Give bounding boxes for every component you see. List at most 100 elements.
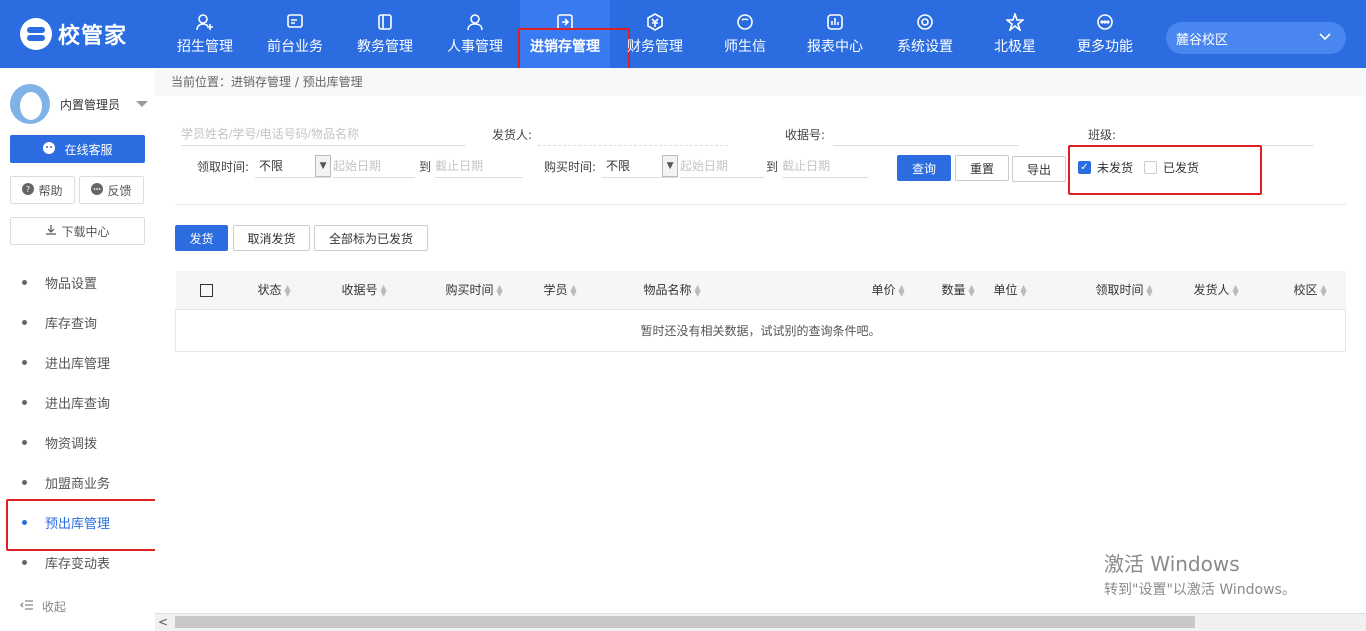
receive-time-select[interactable]: 不限 ▼ xyxy=(255,154,332,178)
sidebar-item-stock-changes[interactable]: 库存变动表 xyxy=(0,542,155,582)
sort-icon: ▲ ▼ xyxy=(898,282,905,298)
sidebar-item-transfer[interactable]: 物资调拨 xyxy=(0,422,155,462)
feedback-button[interactable]: 反馈 xyxy=(79,176,144,204)
nav-item-finance[interactable]: 财务管理 xyxy=(610,0,700,68)
sort-icon: ▲ ▼ xyxy=(570,282,577,298)
sidebar: 内置管理员 在线客服 ? 帮助 反馈 下载中心 物品设置 库存查询 进出库管理 … xyxy=(0,68,162,631)
column-header-unit-price[interactable]: 单价 ▲ ▼ xyxy=(863,271,934,310)
column-header-receive-time[interactable]: 领取时间 ▲ ▼ xyxy=(1087,271,1186,310)
nav-item-reports[interactable]: 报表中心 xyxy=(790,0,880,68)
nav-item-label: 师生信 xyxy=(724,39,766,55)
sidebar-item-franchise[interactable]: 加盟商业务 xyxy=(0,462,155,502)
nav-item-polaris[interactable]: 北极星 xyxy=(970,0,1060,68)
column-header-status[interactable]: 状态 ▲ ▼ xyxy=(249,271,334,310)
help-button[interactable]: ? 帮助 xyxy=(10,176,75,204)
column-header-receipt[interactable]: 收据号 ▲ ▼ xyxy=(333,271,438,310)
nav-item-front-desk[interactable]: 前台业务 xyxy=(250,0,340,68)
download-center-label: 下载中心 xyxy=(61,224,110,239)
search-input[interactable] xyxy=(181,122,466,146)
campus-label: 麓谷校区 xyxy=(1176,32,1229,48)
shipped-checkbox[interactable]: 已发货 xyxy=(1144,159,1199,176)
sort-icon: ▲ ▼ xyxy=(1320,282,1327,298)
query-button[interactable]: 查询 xyxy=(897,155,951,181)
nav-item-inventory[interactable]: 进销存管理 xyxy=(518,0,630,70)
sender-input[interactable] xyxy=(538,122,729,146)
campus-selector[interactable]: 麓谷校区 xyxy=(1166,22,1346,54)
bullet-icon xyxy=(22,319,27,325)
nav-item-enrollment[interactable]: 招生管理 xyxy=(160,0,250,68)
caret-down-icon xyxy=(136,101,149,107)
column-header-item-name[interactable]: 物品名称 ▲ ▼ xyxy=(635,271,864,310)
column-label: 购买时间 xyxy=(445,283,494,298)
column-header-quantity[interactable]: 数量 ▲ ▼ xyxy=(933,271,986,310)
bullet-icon xyxy=(22,479,27,485)
reset-button[interactable]: 重置 xyxy=(955,155,1009,181)
mark-all-shipped-button[interactable]: 全部标为已发货 xyxy=(314,225,428,251)
bullet-icon xyxy=(22,519,27,525)
column-header-purchase-time[interactable]: 购买时间 ▲ ▼ xyxy=(437,271,536,310)
filter-divider xyxy=(175,204,1346,205)
book-icon xyxy=(375,12,395,32)
windows-activation-watermark: 激活 Windows 转到"设置"以激活 Windows。 xyxy=(1104,548,1296,599)
search-field xyxy=(181,122,466,146)
nav-item-more[interactable]: 更多功能 xyxy=(1060,0,1150,68)
select-all-checkbox[interactable] xyxy=(175,271,250,310)
sender-label: 发货人: xyxy=(492,127,533,142)
collapse-label: 收起 xyxy=(42,600,67,614)
user-menu[interactable]: 内置管理员 xyxy=(10,84,149,124)
logo[interactable]: 校管家 xyxy=(20,18,127,50)
purchase-end-date[interactable] xyxy=(782,154,869,178)
export-button[interactable]: 导出 xyxy=(1012,156,1066,182)
inventory-icon xyxy=(555,12,575,32)
receipt-field: 收据号: xyxy=(785,122,1020,146)
column-header-unit[interactable]: 单位 ▲ ▼ xyxy=(985,271,1088,310)
purchase-start-date[interactable] xyxy=(680,154,765,178)
class-label: 班级: xyxy=(1088,127,1117,142)
nav-item-settings[interactable]: 系统设置 xyxy=(880,0,970,68)
sidebar-item-label: 进出库查询 xyxy=(45,396,111,412)
sidebar-item-in-out-management[interactable]: 进出库管理 xyxy=(0,342,155,382)
receive-start-date[interactable] xyxy=(333,154,416,178)
empty-message: 暂时还没有相关数据，试试别的查询条件吧。 xyxy=(175,309,1346,352)
bullet-icon xyxy=(22,399,27,405)
column-label: 单价 xyxy=(871,283,896,298)
collapse-icon xyxy=(20,599,34,614)
nav-item-label: 财务管理 xyxy=(627,39,683,55)
column-header-sender[interactable]: 发货人 ▲ ▼ xyxy=(1185,271,1286,310)
purchase-time-select[interactable]: 不限 ▼ xyxy=(602,154,679,178)
sidebar-item-pre-outbound[interactable]: 预出库管理 xyxy=(0,499,162,551)
nav-item-academic[interactable]: 教务管理 xyxy=(340,0,430,68)
sort-icon: ▲ ▼ xyxy=(1020,282,1027,298)
receive-time-value: 不限 xyxy=(259,159,284,173)
column-header-campus[interactable]: 校区 ▲ ▼ xyxy=(1285,271,1346,310)
shipped-label: 已发货 xyxy=(1163,161,1200,175)
sidebar-item-in-out-query[interactable]: 进出库查询 xyxy=(0,382,155,422)
more-icon xyxy=(1095,12,1115,32)
nav-item-hr[interactable]: 人事管理 xyxy=(430,0,520,68)
purchase-time-label: 购买时间: xyxy=(544,159,597,174)
download-center-button[interactable]: 下载中心 xyxy=(10,217,145,245)
sidebar-menu: 物品设置 库存查询 进出库管理 进出库查询 物资调拨 加盟商业务 预出库管理 库… xyxy=(0,262,162,582)
horizontal-scrollbar[interactable]: < xyxy=(155,613,1366,631)
unshipped-checkbox[interactable]: ✓ 未发货 xyxy=(1078,159,1133,176)
receipt-input[interactable] xyxy=(833,122,1020,146)
column-label: 物品名称 xyxy=(643,283,692,298)
cancel-ship-button[interactable]: 取消发货 xyxy=(233,225,310,251)
online-service-button[interactable]: 在线客服 xyxy=(10,135,145,163)
class-input[interactable] xyxy=(1124,122,1315,146)
logo-icon xyxy=(20,18,52,50)
main-nav: 招生管理 前台业务 教务管理 人事管理 进销存管理 财务管理 师生信 报表中心 xyxy=(160,0,1150,70)
sort-icon: ▲ ▼ xyxy=(968,282,975,298)
sender-field: 发货人: xyxy=(492,122,729,146)
column-header-student[interactable]: 学员 ▲ ▼ xyxy=(535,271,636,310)
scroll-left-icon[interactable]: < xyxy=(158,615,168,629)
sort-icon: ▲ ▼ xyxy=(380,282,387,298)
ship-button[interactable]: 发货 xyxy=(175,225,228,251)
receive-end-date[interactable] xyxy=(435,154,524,178)
sidebar-item-item-settings[interactable]: 物品设置 xyxy=(0,262,155,302)
top-navbar: 校管家 招生管理 前台业务 教务管理 人事管理 进销存管理 财务管理 师生信 报… xyxy=(0,0,1366,70)
collapse-sidebar-button[interactable]: 收起 xyxy=(20,598,66,615)
scrollbar-thumb[interactable] xyxy=(175,616,1195,628)
sidebar-item-stock-query[interactable]: 库存查询 xyxy=(0,302,155,342)
nav-item-messaging[interactable]: 师生信 xyxy=(700,0,790,68)
